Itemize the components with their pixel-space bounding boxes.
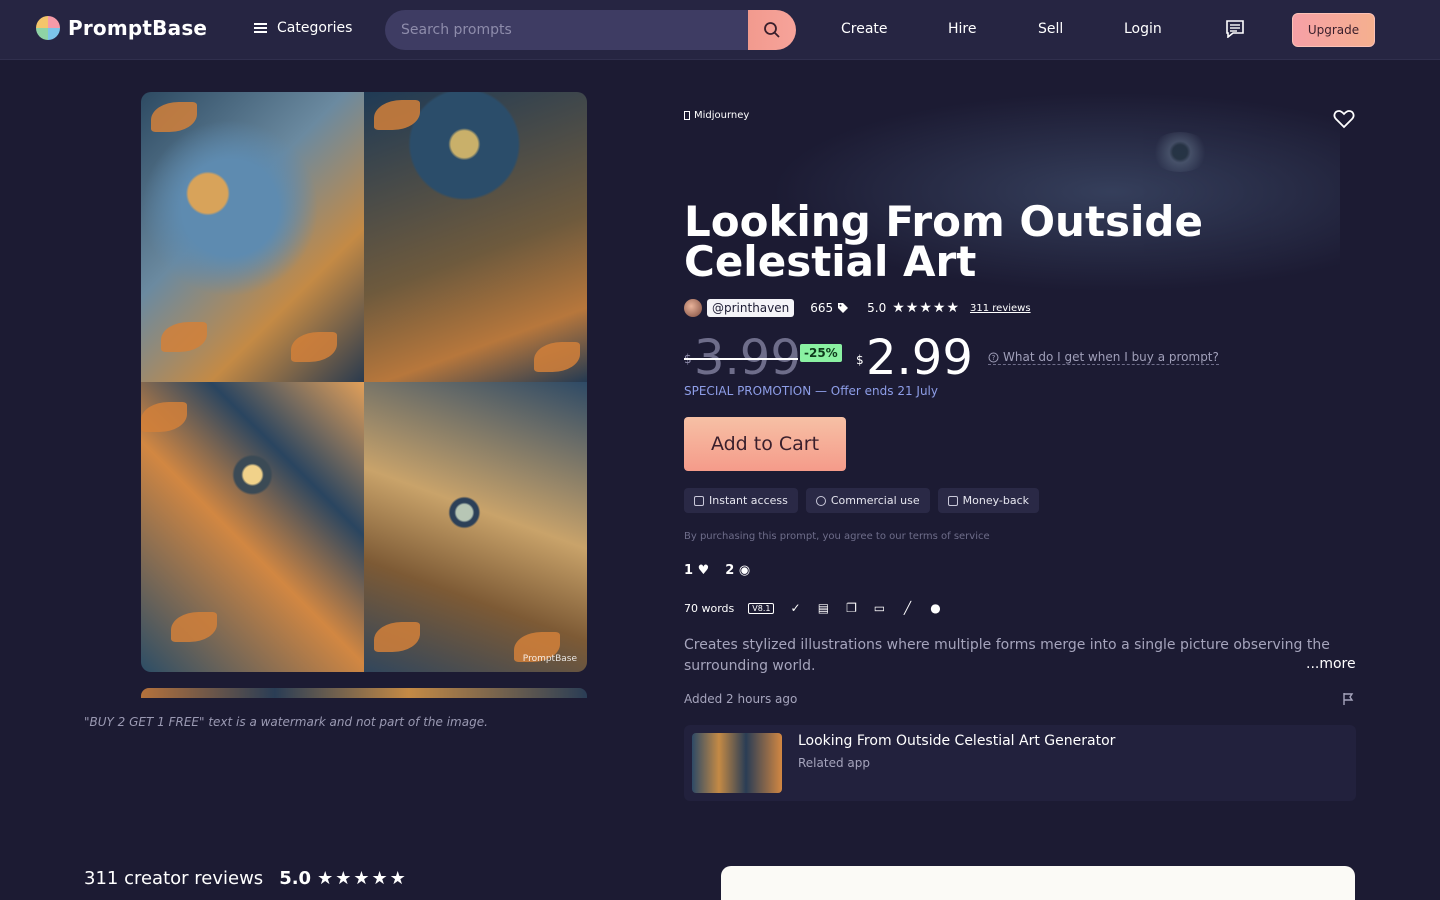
prompt-specs-row: 70 words V8.1 ✓ ▤ ❐ ▭ ╱ ● — [684, 601, 942, 615]
hd-icon: ▭ — [873, 601, 886, 615]
perk-commercial-use[interactable]: Commercial use — [805, 488, 930, 513]
brand-name: PromptBase — [68, 16, 208, 40]
nav-link-hire[interactable]: Hire — [948, 21, 976, 37]
engagement-counts: 1 ♥ 2 ◉ — [684, 563, 750, 578]
svg-text:?: ? — [992, 354, 996, 362]
gallery-tile-village — [364, 92, 587, 382]
search-button[interactable] — [748, 10, 796, 50]
chat-icon[interactable] — [1225, 20, 1245, 38]
favorite-heart-icon[interactable] — [1333, 108, 1355, 130]
what-do-i-get-label: What do I get when I buy a prompt? — [1003, 350, 1219, 364]
related-app-title: Looking From Outside Celestial Art Gener… — [798, 733, 1116, 749]
bank-icon — [947, 495, 958, 506]
help-circle-icon: ? — [988, 352, 999, 362]
nav-link-create[interactable]: Create — [841, 21, 888, 37]
seller-meta-row: @printhaven 665 5.0 ★★★★★ 311 reviews — [684, 299, 1031, 317]
categories-label: Categories — [277, 20, 353, 36]
terms-text: By purchasing this prompt, you agree to … — [684, 531, 990, 542]
verified-icon: ✓ — [790, 601, 801, 615]
seller-avatar[interactable] — [684, 299, 702, 317]
gallery-thumbnail-strip[interactable] — [141, 688, 587, 698]
eye-icon: ◉ — [738, 563, 751, 578]
likes-count: 1 ♥ — [684, 563, 710, 578]
sales-count: 665 — [810, 301, 834, 315]
prompt-image-gallery[interactable]: PromptBase — [141, 92, 587, 672]
version-badge: V8.1 — [748, 602, 775, 614]
price-currency: $ — [856, 353, 864, 367]
tag-icon — [838, 303, 849, 313]
related-app-card[interactable]: Looking From Outside Celestial Art Gener… — [684, 725, 1356, 801]
read-more-link[interactable]: ...more — [1306, 656, 1356, 672]
example-output-card[interactable] — [721, 866, 1355, 900]
perk-money-back[interactable]: Money-back — [937, 488, 1040, 513]
categories-button[interactable]: Categories — [254, 20, 352, 36]
model-badge[interactable]: Midjourney — [684, 110, 749, 121]
license-icon — [815, 495, 826, 506]
model-label: Midjourney — [694, 110, 750, 121]
current-price: 2.99 — [866, 330, 973, 386]
perks-row: Instant access Commercial use Money-back — [684, 488, 1040, 513]
gallery-tile-cat — [141, 92, 364, 382]
image-watermark: PromptBase — [522, 654, 577, 664]
views-count: 2 ◉ — [725, 563, 751, 578]
search-icon — [764, 22, 780, 38]
nav-link-login[interactable]: Login — [1124, 21, 1162, 37]
logo[interactable]: PromptBase — [36, 16, 207, 40]
rating-stars: ★★★★★ — [892, 300, 961, 316]
watermark-caption: "BUY 2 GET 1 FREE" text is a watermark a… — [84, 715, 488, 729]
prompt-title: Looking From Outside Celestial Art — [684, 197, 1203, 286]
related-app-thumbnail — [692, 733, 782, 793]
promotion-text: SPECIAL PROMOTION — Offer ends 21 July — [684, 384, 938, 398]
gallery-tile-bird — [141, 382, 364, 672]
rating-value: 5.0 — [867, 301, 887, 315]
discount-badge: -25% — [800, 344, 842, 362]
nav-link-sell[interactable]: Sell — [1038, 21, 1063, 37]
reviews-count-label: 311 creator reviews — [84, 868, 264, 889]
perk-instant-access[interactable]: Instant access — [684, 488, 798, 513]
prompt-description: Creates stylized illustrations where mul… — [684, 637, 1330, 674]
top-navbar: PromptBase Categories Create Hire Sell L… — [0, 0, 1440, 60]
reviews-stars: ★★★★★ — [317, 868, 408, 889]
copy-icon: ❐ — [846, 601, 857, 615]
price-strikethrough — [684, 358, 798, 360]
seller-handle[interactable]: @printhaven — [707, 299, 795, 317]
what-do-i-get-link[interactable]: ? What do I get when I buy a prompt? — [988, 350, 1219, 365]
gallery-tile-face — [364, 382, 587, 672]
added-timestamp: Added 2 hours ago — [684, 692, 798, 706]
heart-icon: ♥ — [697, 563, 710, 578]
brain-logo-icon — [36, 16, 60, 40]
menu-icon — [254, 23, 267, 33]
palette-icon: ● — [930, 601, 941, 615]
add-to-cart-button[interactable]: Add to Cart — [684, 417, 846, 471]
upgrade-button[interactable]: Upgrade — [1292, 13, 1375, 47]
model-icon — [684, 111, 690, 120]
brush-icon: ╱ — [903, 601, 912, 615]
reviews-score: 5.0 — [279, 868, 312, 889]
related-app-subtitle: Related app — [798, 756, 870, 770]
word-count: 70 words — [684, 601, 735, 615]
report-flag-icon[interactable] — [1342, 692, 1354, 706]
search-input[interactable] — [385, 10, 748, 50]
search-bar — [385, 10, 796, 50]
document-icon: ▤ — [817, 601, 830, 615]
reviews-header: 311 creator reviews 5.0 ★★★★★ — [84, 868, 408, 889]
document-icon — [694, 495, 704, 506]
reviews-link[interactable]: 311 reviews — [970, 303, 1031, 314]
